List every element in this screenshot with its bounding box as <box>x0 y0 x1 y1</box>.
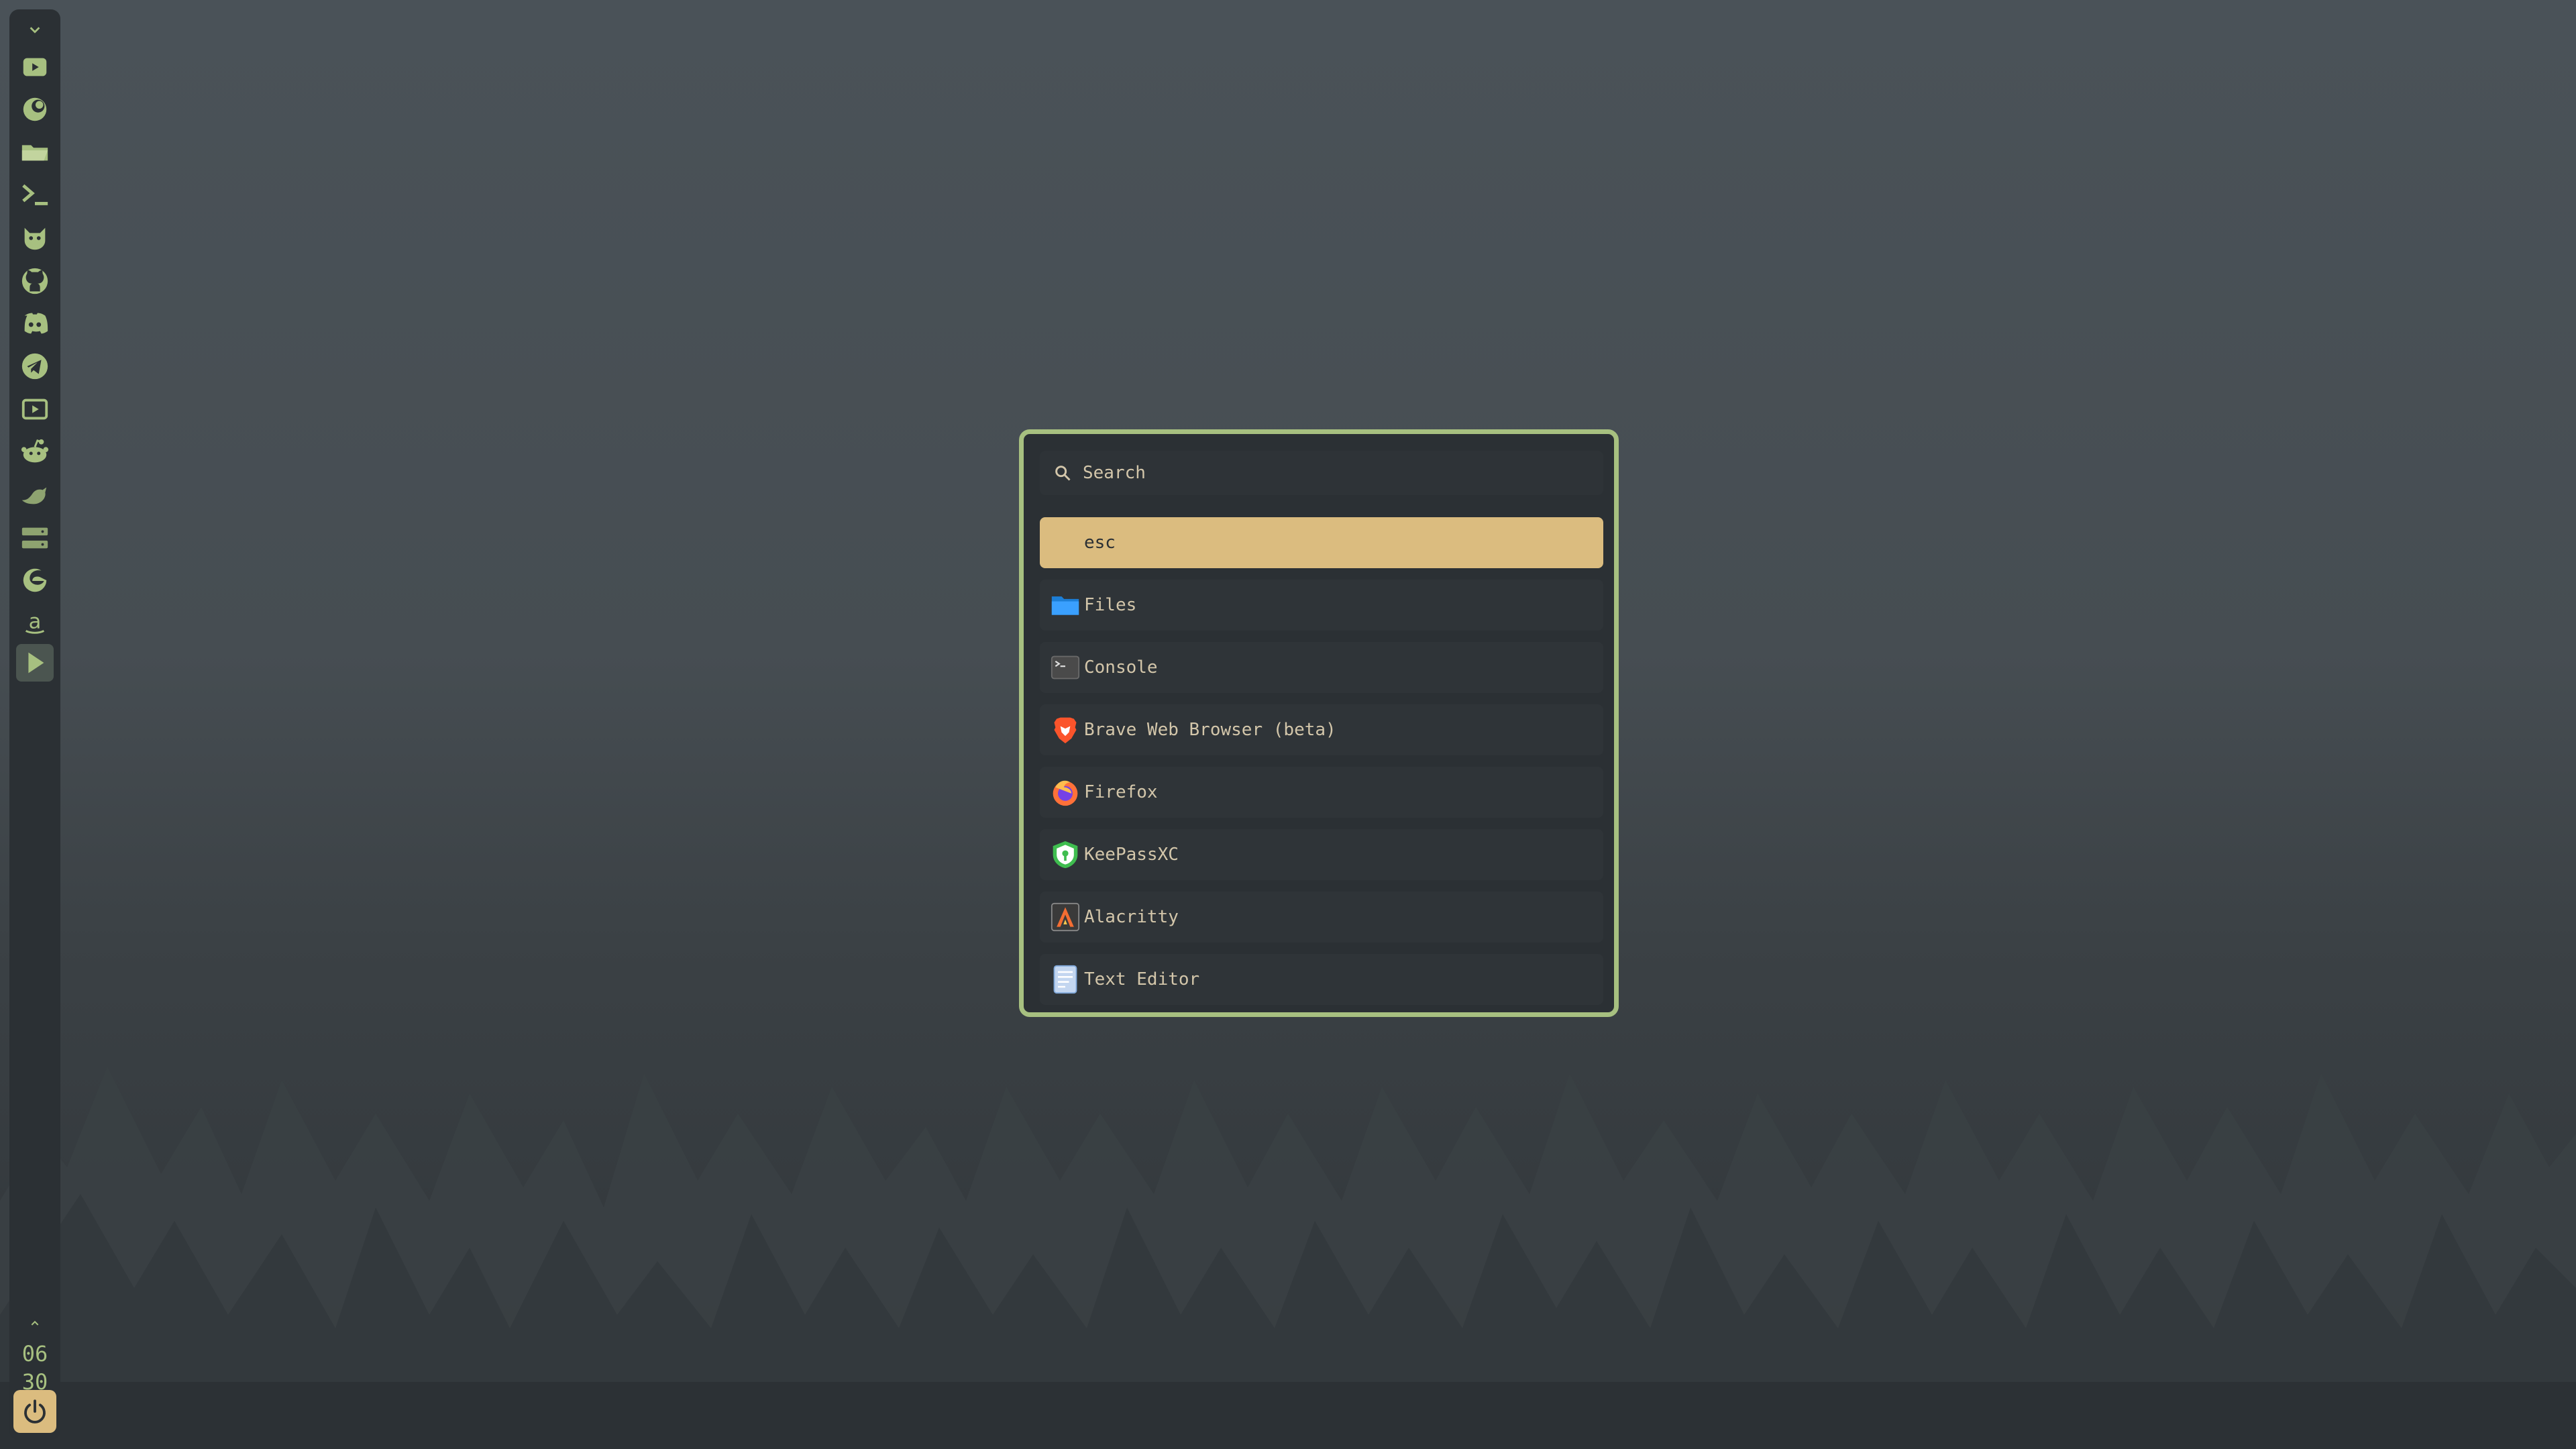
entry-label: Alacritty <box>1084 907 1179 927</box>
launcher-entry-files[interactable]: Files <box>1040 580 1603 631</box>
power-icon <box>24 1399 46 1424</box>
amazon-icon[interactable]: a <box>16 603 54 641</box>
svg-text:a: a <box>29 610 42 634</box>
entry-label: Firefox <box>1084 782 1158 802</box>
media-player-icon[interactable] <box>16 48 54 86</box>
terminal-icon[interactable] <box>16 176 54 213</box>
reddit-icon[interactable] <box>16 433 54 471</box>
search-icon <box>1055 466 1071 481</box>
text-editor-icon <box>1053 965 1077 994</box>
power-button[interactable] <box>13 1390 56 1433</box>
launcher-entry-firefox[interactable]: Firefox <box>1040 767 1603 818</box>
chevron-up-icon[interactable] <box>16 1313 54 1334</box>
discord-icon[interactable] <box>16 305 54 342</box>
entry-label: KeePassXC <box>1084 845 1179 865</box>
cat-icon[interactable] <box>16 219 54 257</box>
launcher-entry-esc[interactable]: esc <box>1040 517 1603 568</box>
clock-hour: 06 <box>21 1341 48 1366</box>
search-bar[interactable] <box>1040 451 1603 495</box>
entry-label: esc <box>1084 533 1116 553</box>
folder-icon[interactable] <box>16 133 54 170</box>
moon-icon[interactable] <box>16 91 54 128</box>
entry-label: Brave Web Browser (beta) <box>1084 720 1336 740</box>
launcher-entry-alacritty[interactable]: Alacritty <box>1040 892 1603 943</box>
launcher-entry-text-editor[interactable]: Text Editor <box>1040 954 1603 1005</box>
entry-label: Text Editor <box>1084 969 1200 989</box>
launcher-entry-keepassxc[interactable]: KeePassXC <box>1040 829 1603 880</box>
folder-icon <box>1051 596 1079 615</box>
server-icon[interactable] <box>16 519 54 557</box>
entry-label: Files <box>1084 595 1137 615</box>
sidebar: a 06 30 <box>9 9 60 1440</box>
play-button-icon[interactable] <box>16 644 54 682</box>
firefox-icon <box>1053 780 1078 806</box>
console-icon <box>1051 655 1080 680</box>
keepassxc-icon <box>1053 841 1078 869</box>
brave-icon <box>1054 717 1077 744</box>
github-icon[interactable] <box>16 262 54 300</box>
youtube-icon[interactable] <box>16 390 54 428</box>
bird-icon[interactable] <box>16 476 54 514</box>
launcher-entry-brave[interactable]: Brave Web Browser (beta) <box>1040 704 1603 755</box>
alacritty-icon <box>1051 902 1080 932</box>
telegram-icon[interactable] <box>16 347 54 385</box>
search-input[interactable] <box>1083 451 1593 495</box>
edge-icon[interactable] <box>16 561 54 599</box>
chevron-down-icon[interactable] <box>16 16 54 43</box>
launcher-entry-console[interactable]: Console <box>1040 642 1603 693</box>
app-launcher: esc Files Console Brave Web Browser (bet… <box>1019 429 1619 1017</box>
entry-label: Console <box>1084 657 1158 678</box>
